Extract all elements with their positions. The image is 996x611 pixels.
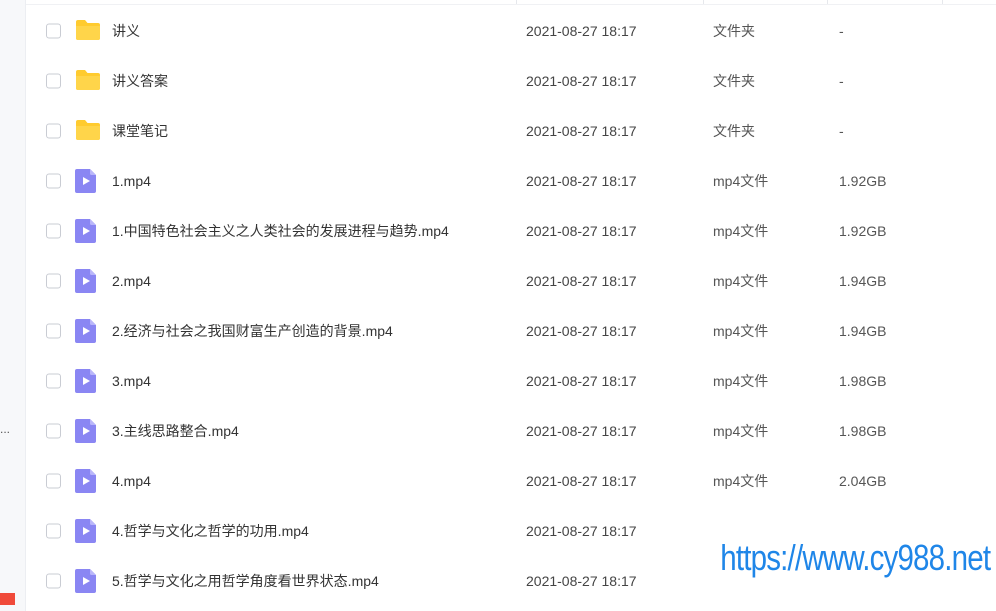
header-divider: [703, 0, 704, 4]
file-type: 文件夹: [713, 23, 755, 39]
file-row[interactable]: 讲义答案 2021-08-27 18:17 文件夹 -: [26, 56, 996, 106]
file-manager: ... 讲义 2021-08-27 18:17 文件夹 - 讲义答案 2021-08-27…: [0, 0, 996, 611]
row-checkbox[interactable]: [46, 123, 61, 139]
file-type: mp4文件: [713, 223, 769, 239]
video-file-icon: [75, 469, 101, 493]
row-checkbox[interactable]: [46, 373, 61, 389]
row-checkbox[interactable]: [46, 173, 61, 189]
row-checkbox[interactable]: [46, 423, 61, 439]
file-date: 2021-08-27 18:17: [526, 223, 637, 239]
file-size: -: [839, 23, 844, 39]
file-date: 2021-08-27 18:17: [526, 73, 637, 89]
file-name[interactable]: 3.主线思路整合.mp4: [112, 421, 239, 441]
file-type: 文件夹: [713, 73, 755, 89]
video-file-icon: [75, 169, 101, 193]
file-row[interactable]: 3.mp4 2021-08-27 18:17 mp4文件 1.98GB: [26, 356, 996, 406]
file-type: mp4文件: [713, 173, 769, 189]
file-type: mp4文件: [713, 323, 769, 339]
file-size: 1.92GB: [839, 173, 887, 189]
folder-icon: [75, 119, 101, 143]
file-date: 2021-08-27 18:17: [526, 23, 637, 39]
row-checkbox[interactable]: [46, 473, 61, 489]
video-file-icon: [75, 269, 101, 293]
file-name[interactable]: 3.mp4: [112, 373, 151, 389]
file-name[interactable]: 4.mp4: [112, 473, 151, 489]
file-name[interactable]: 5.哲学与文化之用哲学角度看世界状态.mp4: [112, 571, 379, 591]
file-type: mp4文件: [713, 473, 769, 489]
file-name[interactable]: 1.中国特色社会主义之人类社会的发展进程与趋势.mp4: [112, 221, 449, 241]
file-type: mp4文件: [713, 423, 769, 439]
file-name[interactable]: 课堂笔记: [112, 121, 168, 141]
row-checkbox[interactable]: [46, 273, 61, 289]
file-size: 2.04GB: [839, 473, 887, 489]
file-row[interactable]: 4.mp4 2021-08-27 18:17 mp4文件 2.04GB: [26, 456, 996, 506]
file-name[interactable]: 讲义: [112, 21, 140, 41]
file-date: 2021-08-27 18:17: [526, 373, 637, 389]
file-name[interactable]: 1.mp4: [112, 173, 151, 189]
file-date: 2021-08-27 18:17: [526, 273, 637, 289]
row-checkbox[interactable]: [46, 223, 61, 239]
row-checkbox[interactable]: [46, 73, 61, 89]
file-name[interactable]: 讲义答案: [112, 71, 168, 91]
file-row[interactable]: 3.主线思路整合.mp4 2021-08-27 18:17 mp4文件 1.98GB: [26, 406, 996, 456]
file-row[interactable]: 讲义 2021-08-27 18:17 文件夹 -: [26, 6, 996, 56]
file-type: mp4文件: [713, 273, 769, 289]
sidebar-red-badge: [0, 593, 15, 605]
file-size: -: [839, 123, 844, 139]
watermark: https://www.cy988.net: [717, 535, 994, 581]
file-size: 1.94GB: [839, 323, 887, 339]
file-date: 2021-08-27 18:17: [526, 123, 637, 139]
file-size: 1.98GB: [839, 423, 887, 439]
file-date: 2021-08-27 18:17: [526, 573, 637, 589]
file-name[interactable]: 4.哲学与文化之哲学的功用.mp4: [112, 521, 309, 541]
header-divider: [827, 0, 828, 4]
sidebar: ...: [0, 0, 26, 611]
file-row[interactable]: 2.mp4 2021-08-27 18:17 mp4文件 1.94GB: [26, 256, 996, 306]
file-name[interactable]: 2.经济与社会之我国财富生产创造的背景.mp4: [112, 321, 393, 341]
folder-icon: [75, 69, 101, 93]
file-name[interactable]: 2.mp4: [112, 273, 151, 289]
file-type: mp4文件: [713, 373, 769, 389]
file-size: 1.92GB: [839, 223, 887, 239]
file-size: 1.94GB: [839, 273, 887, 289]
file-size: -: [839, 73, 844, 89]
file-type: 文件夹: [713, 123, 755, 139]
video-file-icon: [75, 569, 101, 593]
header-divider: [516, 0, 517, 4]
file-row[interactable]: 1.中国特色社会主义之人类社会的发展进程与趋势.mp4 2021-08-27 18…: [26, 206, 996, 256]
file-row[interactable]: 课堂笔记 2021-08-27 18:17 文件夹 -: [26, 106, 996, 156]
table-header: [26, 0, 996, 5]
file-date: 2021-08-27 18:17: [526, 173, 637, 189]
file-list: 讲义 2021-08-27 18:17 文件夹 - 讲义答案 2021-08-27 18:…: [26, 6, 996, 606]
file-date: 2021-08-27 18:17: [526, 423, 637, 439]
video-file-icon: [75, 319, 101, 343]
row-checkbox[interactable]: [46, 523, 61, 539]
sidebar-ellipsis[interactable]: ...: [0, 422, 10, 436]
video-file-icon: [75, 419, 101, 443]
row-checkbox[interactable]: [46, 23, 61, 39]
file-date: 2021-08-27 18:17: [526, 523, 637, 539]
video-file-icon: [75, 369, 101, 393]
file-row[interactable]: 2.经济与社会之我国财富生产创造的背景.mp4 2021-08-27 18:17 m…: [26, 306, 996, 356]
folder-icon: [75, 19, 101, 43]
file-row[interactable]: 1.mp4 2021-08-27 18:17 mp4文件 1.92GB: [26, 156, 996, 206]
video-file-icon: [75, 519, 101, 543]
file-date: 2021-08-27 18:17: [526, 323, 637, 339]
header-divider: [942, 0, 943, 4]
row-checkbox[interactable]: [46, 573, 61, 589]
file-date: 2021-08-27 18:17: [526, 473, 637, 489]
video-file-icon: [75, 219, 101, 243]
row-checkbox[interactable]: [46, 323, 61, 339]
file-size: 1.98GB: [839, 373, 887, 389]
